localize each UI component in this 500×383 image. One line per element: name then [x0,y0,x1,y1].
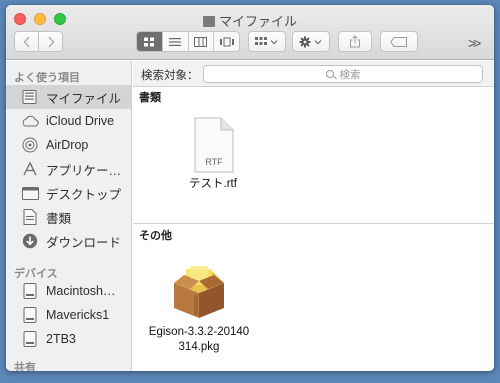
coverflow-view-button[interactable] [214,32,239,51]
folder-icon [202,16,215,27]
forward-button[interactable] [38,31,63,52]
sidebar: よく使う項目 マイファイル iCloud Drive AirDrop アプリケー… [6,61,132,371]
package-icon [174,266,224,318]
window-title-text: マイファイル [218,14,297,29]
toolbar-overflow-button[interactable]: >> [468,35,481,51]
columns-icon [194,36,208,47]
downloads-icon [20,232,40,250]
icon-view-button[interactable] [137,32,163,51]
gear-icon [299,36,322,47]
group-header-documents: 書類 [139,92,161,104]
sidebar-item-label: ダウンロード [46,235,122,250]
share-button[interactable] [338,31,372,52]
action-button[interactable] [292,31,330,52]
sidebar-item-downloads[interactable]: ダウンロード [6,229,132,253]
share-icon [350,35,360,48]
sidebar-item-label: マイファイル [46,91,122,106]
group-header-other: その他 [139,230,172,242]
search-scope-label: 検索対象： [141,70,199,82]
my-files-icon [20,88,40,106]
sidebar-item-airdrop[interactable]: AirDrop [6,133,132,157]
sidebar-item-label: iCloud Drive [46,114,115,128]
sidebar-item-icloud-drive[interactable]: iCloud Drive [6,109,132,133]
sidebar-item-label: アプリケー… [46,163,122,178]
favorites-header: よく使う項目 [14,72,80,84]
sidebar-item-label: デスクトップ [46,187,122,202]
sidebar-item-my-files[interactable]: マイファイル [6,85,132,109]
search-placeholder: 検索 [339,68,361,81]
applications-icon [20,160,40,178]
list-view-button[interactable] [163,32,189,51]
arrange-button[interactable] [248,31,286,52]
sidebar-item-documents[interactable]: 書類 [6,205,132,229]
sidebar-item-label: AirDrop [46,138,89,152]
sidebar-item-mavericks1[interactable]: Mavericks1 [6,303,132,327]
sidebar-item-applications[interactable]: アプリケー… [6,157,132,181]
file-name-line-1: Egison-3.3.2-20140 [148,326,250,338]
chevron-left-icon [22,35,30,48]
desktop-icon [20,184,40,202]
sidebar-item-desktop[interactable]: デスクトップ [6,181,132,205]
view-mode-selector [136,31,240,52]
cloud-icon [20,112,40,130]
tag-icon [390,36,407,47]
airdrop-icon [20,136,40,154]
rtf-badge: RTF [205,157,223,167]
finder-window: マイファイル >> よく使う項目 マイファイル iCloud Drive Air… [6,5,494,371]
arrange-grid-icon [255,36,278,45]
file-name-line-2: 314.pkg [178,341,220,353]
sidebar-item-2tb3[interactable]: 2TB3 [6,327,132,351]
title-bar: マイファイル >> [6,5,494,60]
overflow-chevrons-icon: >> [468,35,481,51]
chevron-right-icon [47,35,55,48]
column-view-button[interactable] [189,32,215,51]
sidebar-item-label: Mavericks1 [46,308,110,322]
shared-header: 共有 [14,362,36,371]
back-button[interactable] [14,31,39,52]
disk-icon [20,306,40,324]
file-name: テスト.rtf [189,178,237,190]
rtf-document-icon: RTF [194,117,234,173]
sidebar-item-label: 書類 [46,211,72,226]
coverflow-icon [219,37,234,46]
sidebar-item-label: Macintosh… [46,284,116,298]
file-browser: 検索対象： 検索 書類 RTF テスト.rtf その他 Egison-3.3.2… [133,61,494,371]
grid-icon [144,37,155,46]
window-title: マイファイル [6,11,494,30]
documents-icon [20,208,40,226]
group-divider [133,223,494,224]
disk-icon [20,330,40,348]
search-icon [325,70,334,78]
file-item-pkg[interactable]: Egison-3.3.2-20140 314.pkg [139,265,259,355]
search-input[interactable]: 検索 [203,65,483,83]
sidebar-item-macintosh[interactable]: Macintosh… [6,279,132,303]
disk-icon [20,282,40,300]
sidebar-item-label: 2TB3 [46,332,76,346]
search-scope-bar: 検索対象： 検索 [133,61,494,87]
tags-button[interactable] [380,31,418,52]
list-icon [169,37,182,46]
file-item-rtf[interactable]: RTF テスト.rtf [173,117,253,192]
